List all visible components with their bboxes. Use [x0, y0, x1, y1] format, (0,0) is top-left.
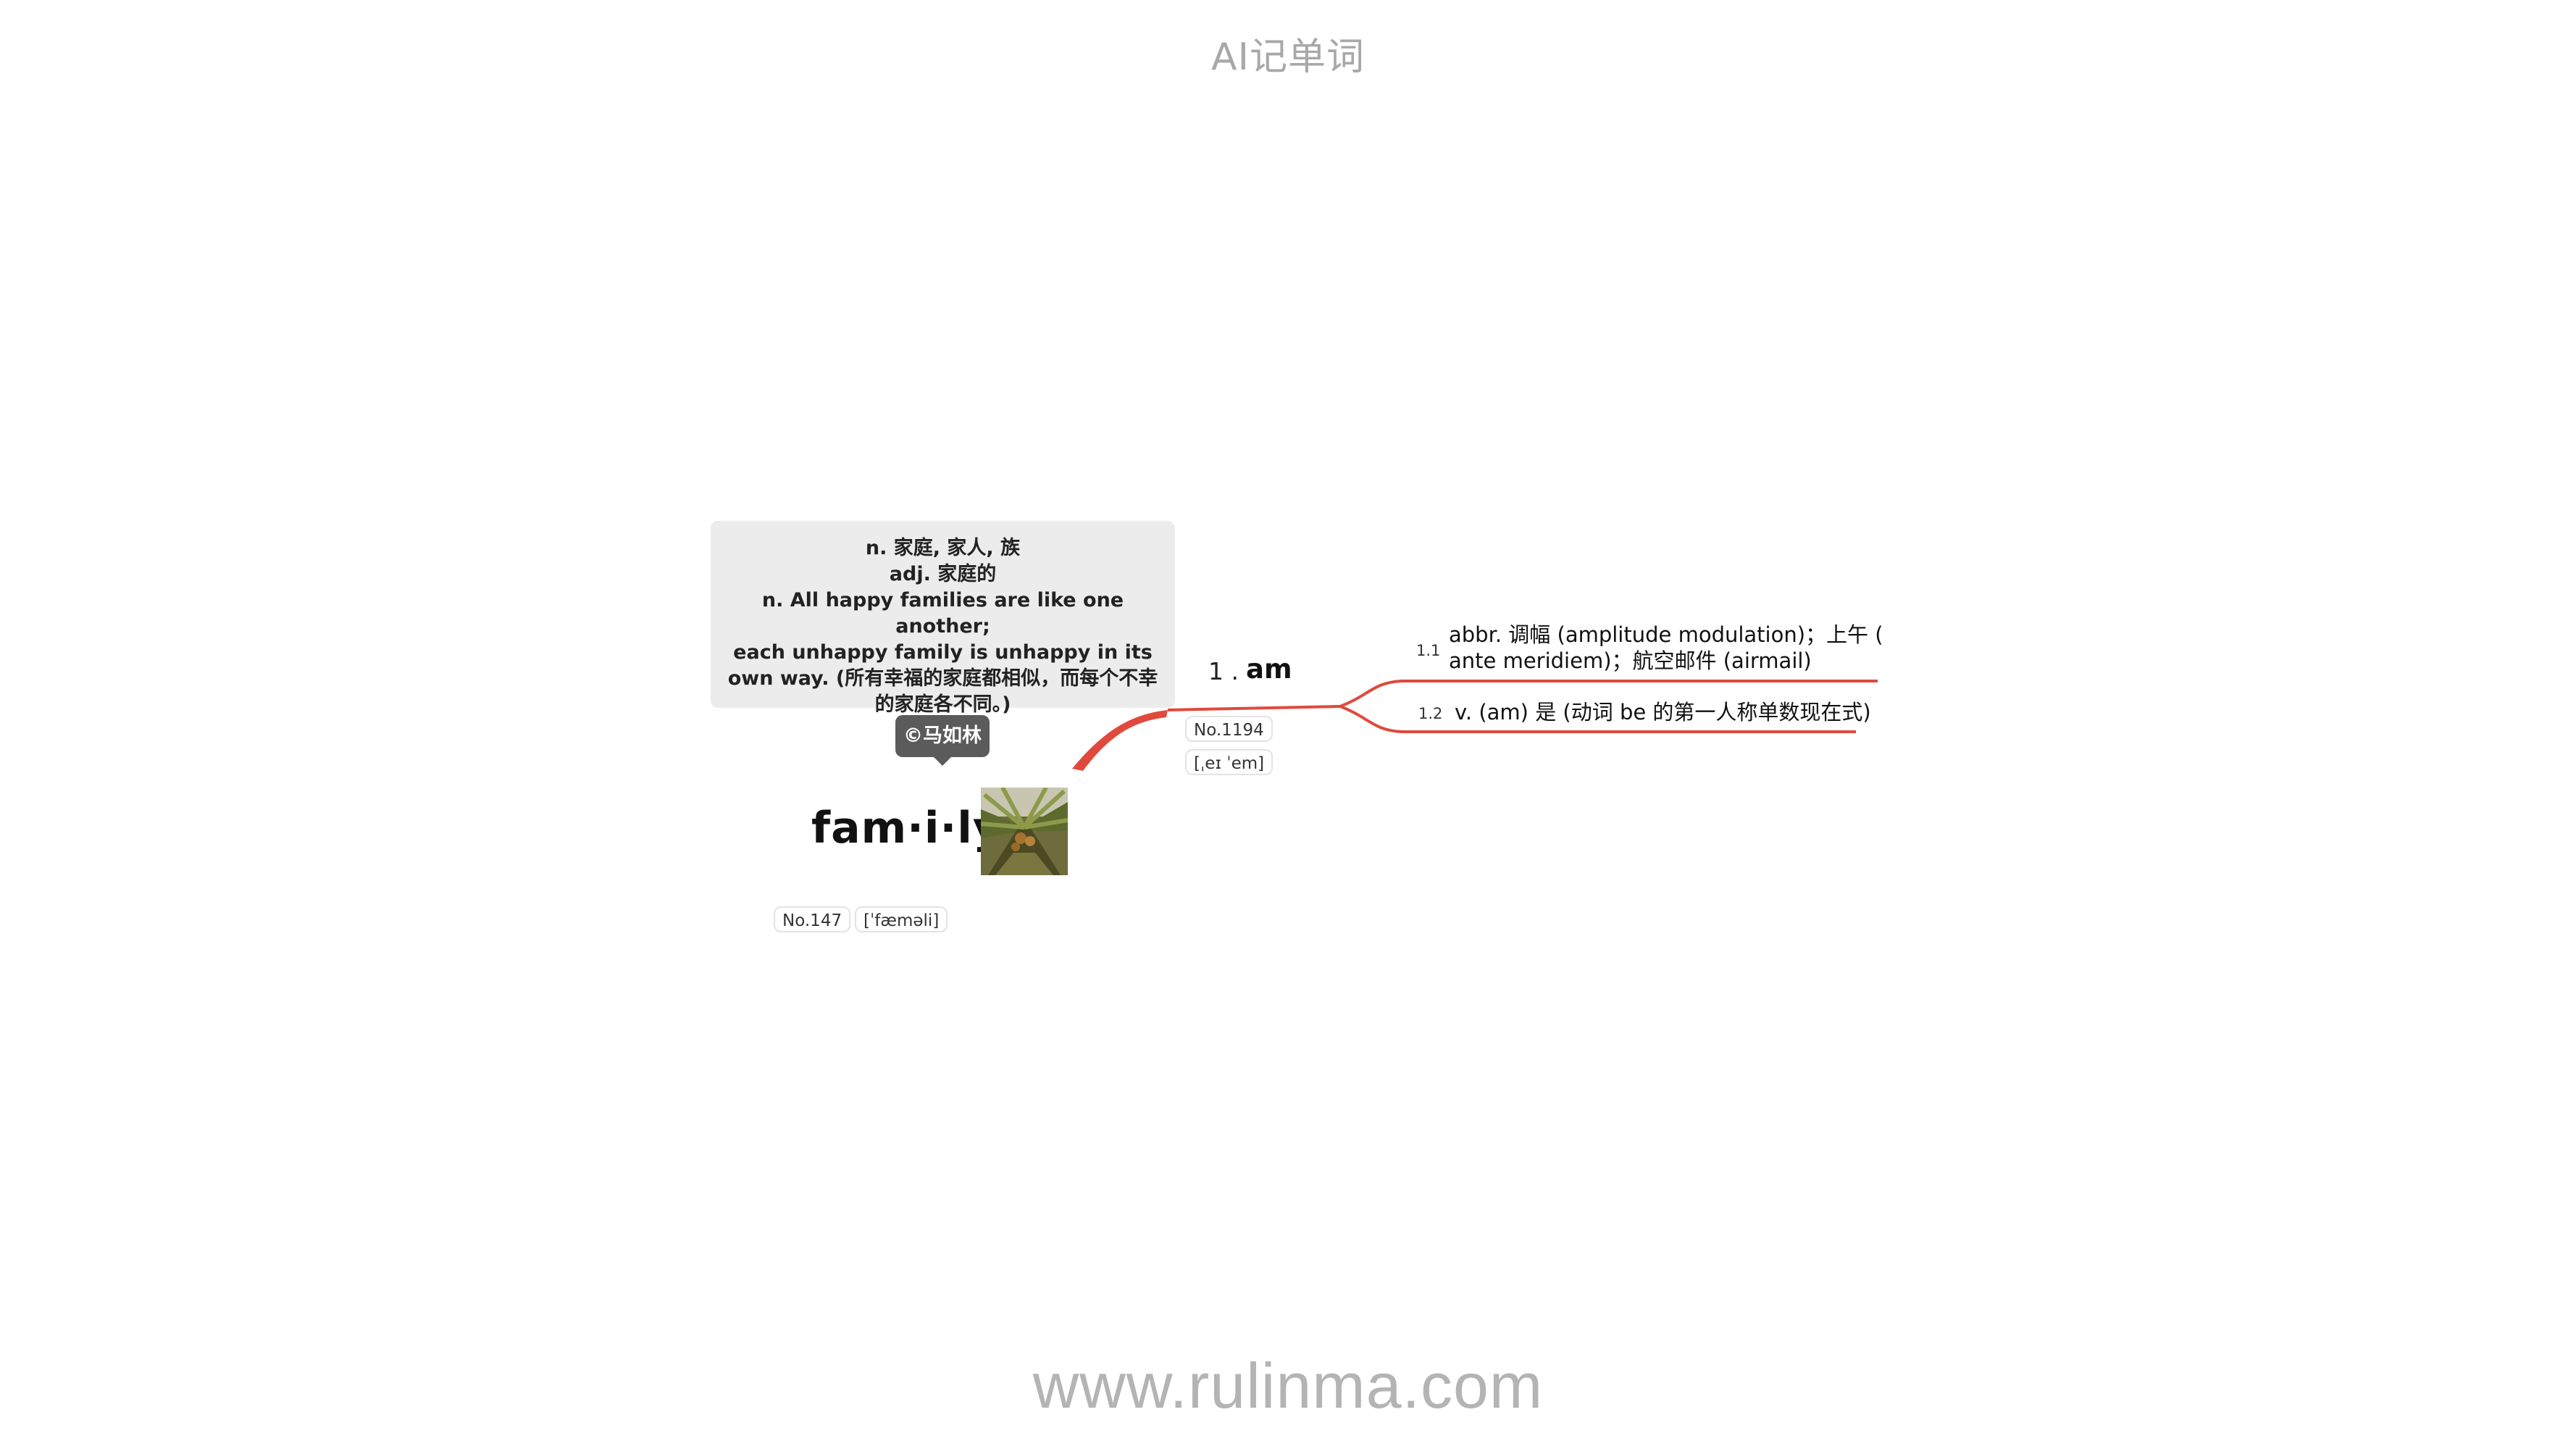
definition-line: n. 家庭, 家人, 族 — [865, 537, 1021, 559]
sub-item-index: 1.1 — [1416, 642, 1441, 659]
definition-line: own way. (所有幸福的家庭都相似，而每个不幸 — [727, 667, 1158, 690]
root-to-branch-connector — [1072, 710, 1168, 771]
definition-line: adj. 家庭的 — [889, 563, 997, 585]
word-phonetic-badge: [ˈfæməli] — [855, 906, 948, 932]
word-number-badge: No.147 — [774, 906, 851, 932]
branch-underline — [1167, 705, 1341, 711]
definition-line: n. All happy families are like one anoth… — [761, 589, 1124, 638]
sub-item-definition[interactable]: abbr. 调幅 (amplitude modulation)；上午 ( ant… — [1449, 622, 1883, 674]
sub-item-line: ante meridiem)；航空邮件 (airmail) — [1449, 648, 1812, 673]
definition-line: each unhappy family is unhappy in its — [733, 641, 1153, 664]
sub-item-definition[interactable]: v. (am) 是 (动词 be 的第一人称单数现在式) — [1455, 699, 1871, 725]
main-word[interactable]: fam·i·ly — [811, 803, 1002, 853]
branch-number-badge: No.1194 — [1185, 716, 1273, 742]
footer-url: www.rulinma.com — [1032, 1350, 1544, 1421]
sub-item-line: abbr. 调幅 (amplitude modulation)；上午 ( — [1449, 622, 1883, 647]
branch-index: 1 . — [1208, 657, 1239, 685]
sub-item-line: v. (am) 是 (动词 be 的第一人称单数现在式) — [1455, 700, 1871, 724]
branch-word[interactable]: am — [1246, 653, 1292, 685]
author-tag: ©马如林 — [895, 715, 990, 766]
definition-box: n. 家庭, 家人, 族 adj. 家庭的 n. All happy famil… — [711, 521, 1175, 716]
mindmap-connectors — [1072, 680, 1878, 771]
palm-tree-photo-icon — [981, 788, 1068, 875]
sub-item-index: 1.2 — [1418, 705, 1443, 722]
branch-phonetic-badge: [ˌeɪ ˈem] — [1185, 749, 1274, 775]
definition-line: 的家庭各不同。) — [874, 693, 1011, 716]
